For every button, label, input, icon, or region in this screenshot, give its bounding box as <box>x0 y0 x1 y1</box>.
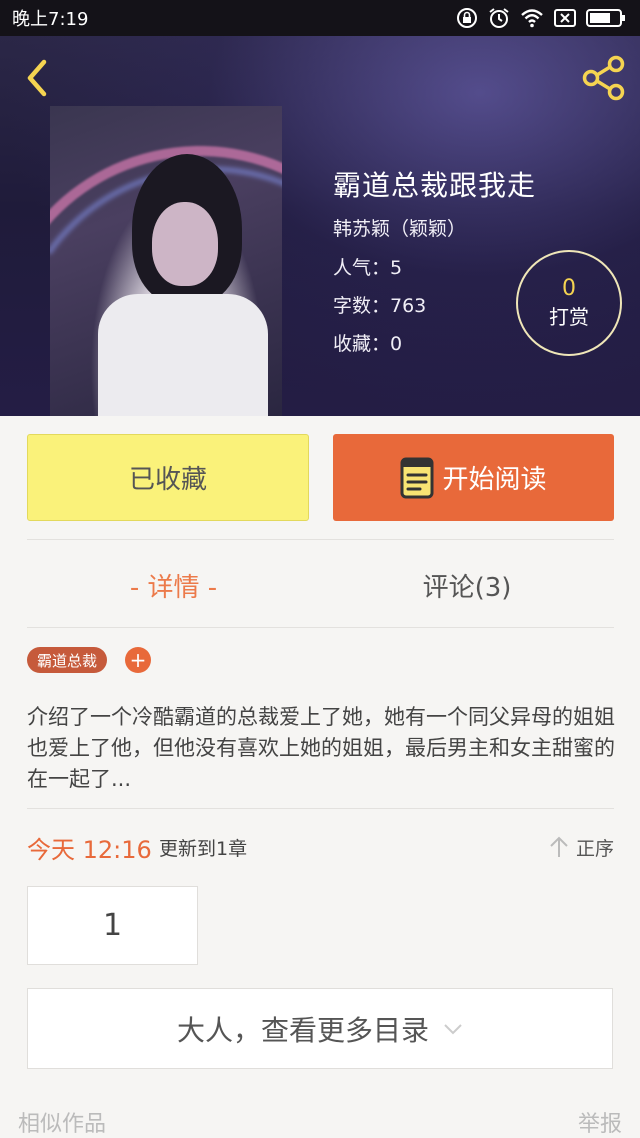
tab-details-label: - 详情 - <box>129 572 218 603</box>
start-reading-button[interactable]: 开始阅读 <box>333 434 614 521</box>
tab-comments[interactable]: 评论(3) <box>320 560 614 610</box>
tab-comments-label: 评论(3) <box>422 572 512 603</box>
arrow-up-icon <box>550 836 568 857</box>
tag-chip[interactable]: 霸道总裁 <box>27 647 108 673</box>
collected-button[interactable]: 已收藏 <box>27 434 309 521</box>
view-more-catalog-label: 大人，查看更多目录 <box>176 1013 429 1047</box>
status-time: 晚上7:19 <box>12 9 89 30</box>
book-icon <box>400 457 434 498</box>
update-text: 更新到1章 <box>159 838 248 860</box>
rotation-lock-icon <box>457 8 477 28</box>
book-cover-image[interactable] <box>50 106 282 416</box>
divider <box>27 627 614 628</box>
tab-details[interactable]: - 详情 - <box>27 560 320 610</box>
wifi-icon <box>521 9 543 28</box>
book-popularity: 人气：5 <box>333 257 403 279</box>
status-bar: 晚上7:19 <box>0 0 640 36</box>
no-sim-icon <box>554 9 576 27</box>
chevron-left-icon <box>27 59 47 97</box>
share-button[interactable] <box>578 52 630 104</box>
divider <box>27 539 614 540</box>
tag-label: 霸道总裁 <box>37 651 98 670</box>
sort-order-label: 正序 <box>575 837 614 860</box>
collected-label: 已收藏 <box>128 465 207 495</box>
book-favorites: 收藏：0 <box>333 333 403 355</box>
report-link[interactable]: 举报 <box>578 1106 622 1138</box>
chapter-item[interactable]: 1 <box>27 886 198 965</box>
status-icons <box>456 7 626 29</box>
plus-icon: + <box>129 648 147 672</box>
similar-works-heading: 相似作品 <box>18 1112 107 1137</box>
start-reading-label: 开始阅读 <box>442 465 547 495</box>
add-tag-button[interactable]: + <box>125 647 151 673</box>
update-time: 今天 12:16 <box>27 836 152 864</box>
book-title: 霸道总裁跟我走 <box>333 169 537 202</box>
reward-count: 0 <box>562 276 576 301</box>
book-description: 介绍了一个冷酷霸道的总裁爱上了她，她有一个同父异母的姐姐也爱上了他，但他没有喜欢… <box>27 705 615 791</box>
divider <box>27 808 614 809</box>
battery-icon <box>586 9 625 27</box>
back-button[interactable] <box>14 56 58 100</box>
alarm-icon <box>489 8 509 28</box>
reward-label: 打赏 <box>549 305 589 329</box>
chevron-down-icon <box>444 1023 462 1034</box>
book-author[interactable]: 韩苏颖（颖颖） <box>333 214 466 241</box>
chapter-number: 1 <box>102 908 123 943</box>
view-more-catalog-button[interactable]: 大人，查看更多目录 <box>27 988 613 1069</box>
sort-order-button[interactable]: 正序 <box>548 830 614 864</box>
book-header: 霸道总裁跟我走 韩苏颖（颖颖） 人气：5 字数：763 收藏：0 0 打赏 <box>0 36 640 416</box>
reward-button[interactable]: 0 打赏 <box>516 250 622 356</box>
book-word-count: 字数：763 <box>333 295 427 317</box>
share-icon <box>582 55 625 101</box>
